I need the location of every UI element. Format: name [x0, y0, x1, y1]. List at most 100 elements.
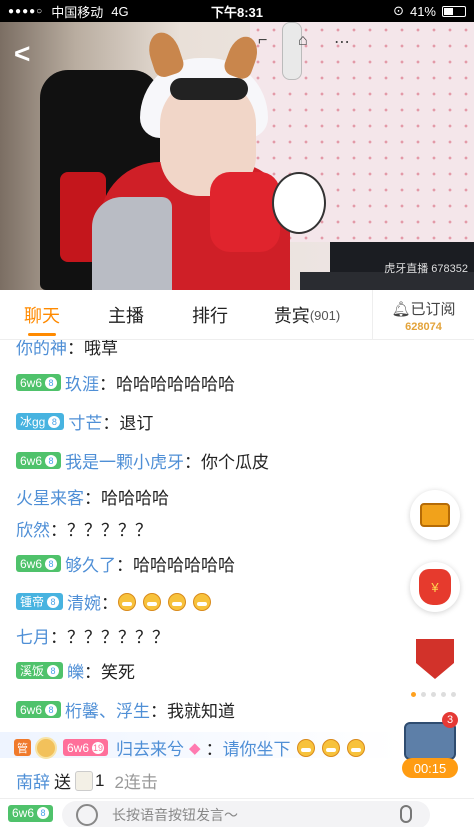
diamond-icon: ◆	[189, 739, 201, 757]
chat-text: 哈哈哈哈	[101, 489, 169, 508]
tab-chat[interactable]: 聊天	[0, 290, 84, 340]
tab-ranking[interactable]: 排行	[168, 290, 252, 340]
status-bar: ●●●●○ 中国移动 4G 下午8:31 ⊙ 41%	[0, 0, 474, 22]
chat-nick[interactable]: 寸芒	[68, 409, 102, 434]
fan-badge[interactable]: 溪饭 8	[16, 662, 64, 679]
chat-message: 6w6 8 桁馨、浮生：我就知道	[16, 697, 235, 722]
chat-nick[interactable]: 够久了	[65, 551, 116, 576]
combo-label: 2连击	[114, 773, 158, 792]
laughing-emoji-icon	[168, 592, 187, 611]
battery-icon	[442, 5, 466, 17]
chat-text: 你个瓜皮	[201, 453, 270, 472]
chat-nick[interactable]: 七月	[16, 623, 50, 648]
chat-message: 冰gg 8 寸芒：退订	[16, 409, 153, 434]
network-type: 4G	[111, 3, 129, 19]
carousel-dots	[411, 692, 456, 697]
chat-nick[interactable]: 清婉	[67, 589, 101, 614]
clip-icon[interactable]: ⌐	[258, 32, 267, 50]
laughing-emoji-icon	[143, 592, 162, 611]
gift-notice: 南辞 送 1 2连击	[16, 768, 158, 793]
avatar[interactable]	[35, 736, 57, 759]
costume-armor	[92, 197, 172, 290]
laughing-emoji-icon	[118, 592, 137, 611]
tab-vip[interactable]: 贵宾 (901)	[252, 290, 362, 340]
gift-box-badge: 3	[442, 712, 458, 728]
red-envelope-icon: ¥	[419, 569, 451, 605]
chat-input[interactable]: 长按语音按钮发言～	[62, 801, 430, 827]
studio-microphone	[282, 22, 302, 80]
gift-item-icon	[75, 770, 93, 791]
chat-text: 我就知道	[167, 702, 236, 721]
chat-nick[interactable]: 皪	[67, 658, 84, 683]
chat-nick[interactable]: 我是一颗小虎牙	[65, 448, 184, 473]
tab-anchor[interactable]: 主播	[84, 290, 168, 340]
gift-verb: 送	[54, 773, 71, 792]
chat-nick[interactable]: 玖涯	[65, 370, 99, 395]
fan-badge[interactable]: 6w6 8	[16, 374, 62, 391]
guild-shield-button[interactable]	[410, 634, 460, 684]
chat-text: ？？？？？	[67, 521, 152, 540]
gift-count: 1	[95, 770, 105, 790]
chat-nick[interactable]: 南辞	[16, 768, 50, 793]
input-placeholder: 长按语音按钮发言～	[112, 807, 238, 823]
tab-anchor-label: 主播	[108, 306, 144, 326]
fan-badge[interactable]: 6w6 8	[16, 555, 62, 572]
fan-badge[interactable]: 6w6 8	[16, 452, 62, 469]
chat-nick[interactable]: 火星来客	[16, 484, 84, 509]
bell-icon: 🔔︎	[391, 300, 411, 318]
video-watermark: 虎牙直播 678352	[384, 263, 468, 275]
subscribe-label: 已订阅	[410, 300, 456, 318]
ghost-sticker	[272, 172, 326, 234]
goggles	[170, 78, 248, 100]
chat-message-highlight: 管 6w6 19 归去来兮 ◆ ：请你坐下	[14, 735, 372, 760]
chat-message: 6w6 8 够久了：哈哈哈哈哈哈	[16, 551, 235, 576]
tab-vip-label: 贵宾	[273, 306, 310, 326]
input-bar: 6w6 8 长按语音按钮发言～	[0, 798, 474, 827]
gift-tool-icon[interactable]: ⌂	[298, 32, 308, 50]
treasure-chest-icon	[420, 503, 450, 527]
chat-nick[interactable]: 欣然	[16, 516, 50, 541]
chat-text: 哈哈哈哈哈哈哈	[116, 375, 236, 394]
chat-message: 欣然：？？？？？	[16, 516, 152, 541]
tab-chat-label: 聊天	[24, 306, 60, 326]
more-icon[interactable]: ⋯	[334, 32, 350, 52]
chat-text: 退订	[119, 414, 154, 433]
laughing-emoji-icon	[321, 738, 340, 757]
gift-box-button[interactable]: 3 00:15	[402, 712, 458, 778]
chat-text: ？？？？？？	[67, 628, 169, 647]
chat-text: 笑死	[101, 663, 136, 682]
tab-bar: 聊天 主播 排行 贵宾 (901) 🔔︎已订阅 628074	[0, 290, 474, 340]
guild-shield-icon	[416, 639, 454, 679]
subscriber-count: 628074	[405, 320, 442, 333]
emoji-face-icon[interactable]	[76, 804, 98, 826]
fan-badge[interactable]: 冰gg 8	[16, 413, 65, 430]
chat-message: 6w6 8 玖涯：哈哈哈哈哈哈哈	[16, 370, 235, 395]
chat-message: 火星来客：哈哈哈哈	[16, 484, 169, 509]
live-video[interactable]: < ⌐ ⌂ ⋯ 虎牙直播 678352	[0, 22, 474, 290]
treasure-chest-button[interactable]	[410, 490, 460, 540]
battery-percent: 41%	[409, 3, 436, 19]
chat-nick[interactable]: 你的神	[16, 340, 67, 359]
chat-message: 6w6 8 我是一颗小虎牙：你个瓜皮	[16, 448, 269, 473]
microphone-icon[interactable]	[400, 805, 412, 823]
chat-message: 溪饭 8 皪：笑死	[16, 658, 135, 683]
red-envelope-button[interactable]: ¥	[410, 562, 460, 612]
fan-badge[interactable]: 锺帝 8	[16, 593, 64, 610]
chat-text: 哦草	[84, 340, 118, 358]
chat-text: 哈哈哈哈哈哈	[133, 556, 236, 575]
chat-message: 锺帝 8 清婉：	[16, 589, 218, 614]
my-fan-badge[interactable]: 6w6 8	[8, 804, 54, 822]
signal-icon: ●●●●○	[8, 5, 44, 17]
laughing-emoji-icon	[296, 738, 315, 757]
chat-text: 请你坐下	[222, 740, 291, 759]
chat-nick[interactable]: 归去来兮	[116, 735, 184, 760]
chat-message: 你的神：哦草	[16, 340, 118, 359]
gift-box-timer: 00:15	[402, 758, 458, 778]
laughing-emoji-icon	[346, 738, 365, 757]
chat-nick[interactable]: 桁馨、浮生	[65, 697, 150, 722]
subscribe-button[interactable]: 🔔︎已订阅 628074	[372, 290, 474, 340]
back-icon[interactable]: <	[14, 38, 30, 70]
fan-badge[interactable]: 6w6 19	[63, 739, 109, 756]
fan-badge[interactable]: 6w6 8	[16, 701, 62, 718]
vip-count: (901)	[309, 307, 341, 323]
